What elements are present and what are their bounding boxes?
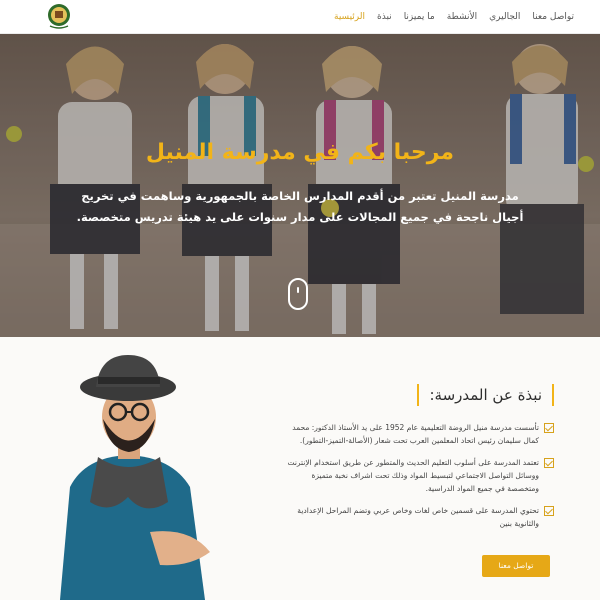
check-icon bbox=[544, 458, 554, 468]
contact-us-button[interactable]: تواصل معنا bbox=[482, 555, 550, 577]
scroll-down-icon[interactable] bbox=[288, 278, 308, 310]
check-icon bbox=[544, 423, 554, 433]
teacher-image bbox=[60, 355, 210, 600]
about-item-text: تحتوي المدرسة على قسمين خاص لغات وخاص عر… bbox=[297, 506, 539, 528]
hero-banner: مرحبا بكم في مدرسة المنيل مدرسة المنيل ت… bbox=[0, 34, 600, 337]
about-list: تأسست مدرسة منيل الروضة التعليمية عام 19… bbox=[284, 421, 554, 539]
top-navbar: الرئيسية نبذة ما يميزنا الأنشطة الجاليري… bbox=[0, 0, 600, 34]
list-item: تأسست مدرسة منيل الروضة التعليمية عام 19… bbox=[284, 421, 554, 447]
about-title-frame: نبذة عن المدرسة: bbox=[417, 384, 554, 406]
list-item: تحتوي المدرسة على قسمين خاص لغات وخاص عر… bbox=[284, 504, 554, 530]
nav-item-gallery[interactable]: الجاليري bbox=[489, 12, 520, 22]
hero-title: مرحبا بكم في مدرسة المنيل bbox=[145, 140, 455, 165]
nav-item-activities[interactable]: الأنشطة bbox=[447, 12, 477, 22]
about-item-text: تأسست مدرسة منيل الروضة التعليمية عام 19… bbox=[292, 423, 539, 445]
hero-description: مدرسة المنيل تعتبر من أقدم المدارس الخاص… bbox=[76, 189, 524, 224]
nav-menu: الرئيسية نبذة ما يميزنا الأنشطة الجاليري… bbox=[334, 0, 574, 34]
about-title: نبذة عن المدرسة: bbox=[429, 386, 542, 404]
scroll-wheel bbox=[297, 287, 299, 293]
nav-item-home[interactable]: الرئيسية bbox=[334, 12, 365, 22]
school-crest-logo[interactable] bbox=[44, 2, 74, 32]
about-item-text: تعتمد المدرسة على أسلوب التعليم الحديث و… bbox=[287, 458, 539, 493]
nav-item-contact[interactable]: تواصل معنا bbox=[532, 12, 574, 22]
check-icon bbox=[544, 506, 554, 516]
nav-item-about[interactable]: نبذة bbox=[377, 12, 392, 22]
list-item: تعتمد المدرسة على أسلوب التعليم الحديث و… bbox=[284, 456, 554, 495]
nav-item-features[interactable]: ما يميزنا bbox=[404, 12, 435, 22]
about-section: نبذة عن المدرسة: تأسست مدرسة منيل الروضة… bbox=[0, 337, 600, 600]
